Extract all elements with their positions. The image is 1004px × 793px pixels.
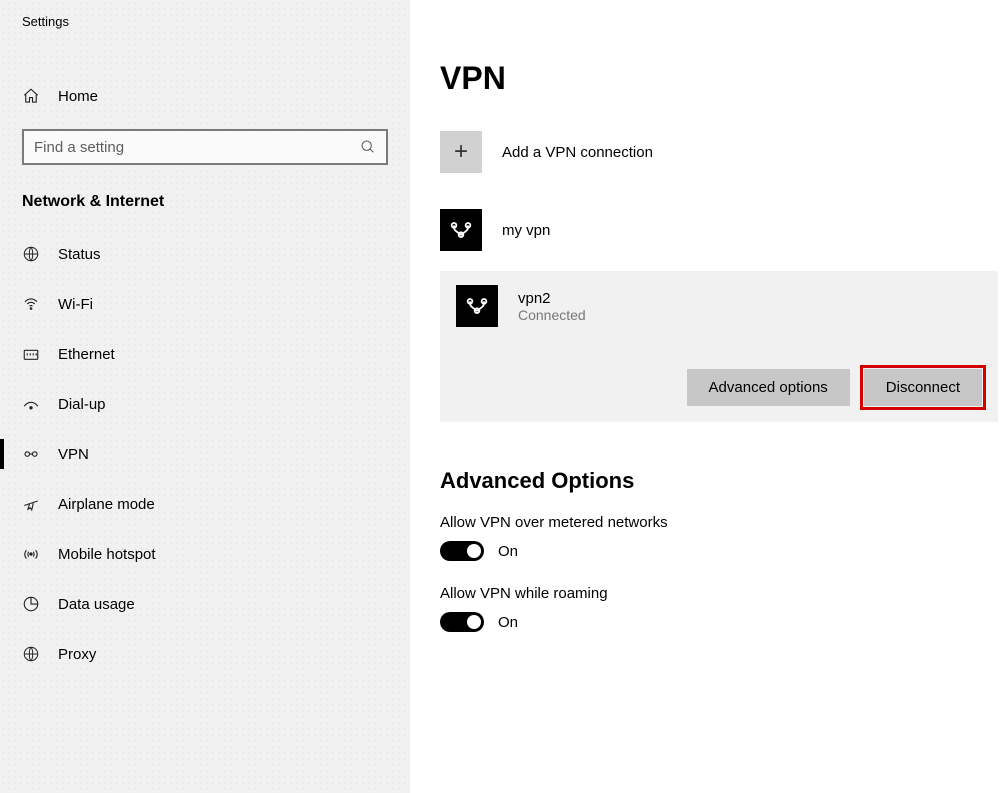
search-input[interactable] [34,139,360,156]
page-title: VPN [440,60,1004,97]
sidebar-item-airplane[interactable]: Airplane mode [0,479,410,529]
sidebar-item-vpn[interactable]: VPN [0,429,410,479]
toggle-roaming-state: On [498,614,518,631]
globe-icon [22,245,48,263]
toggle-roaming[interactable] [440,612,484,632]
sidebar-item-label: Data usage [58,596,135,613]
toggle-metered[interactable] [440,541,484,561]
section-heading: Network & Internet [0,185,410,229]
sidebar-item-wifi[interactable]: Wi-Fi [0,279,410,329]
wifi-icon [22,295,48,313]
advanced-options-button[interactable]: Advanced options [687,369,850,406]
add-vpn-label: Add a VPN connection [502,144,653,161]
toggle-label-metered: Allow VPN over metered networks [440,514,1004,531]
add-vpn-connection[interactable]: + Add a VPN connection [440,125,1004,193]
data-usage-icon [22,595,48,613]
sidebar-item-datausage[interactable]: Data usage [0,579,410,629]
vpn-connection-item[interactable]: my vpn [440,193,1004,267]
sidebar-item-proxy[interactable]: Proxy [0,629,410,679]
main-panel: VPN + Add a VPN connection my vpn vpn2 C… [410,0,1004,793]
airplane-icon [22,495,48,513]
home-nav[interactable]: Home [0,73,410,119]
ethernet-icon [22,345,48,363]
toggle-metered-state: On [498,543,518,560]
sidebar-item-label: Proxy [58,646,96,663]
vpn-connection-name: my vpn [502,222,550,239]
sidebar-item-label: Dial-up [58,396,106,413]
vpn-connection-selected[interactable]: vpn2 Connected Advanced options Disconne… [440,271,998,422]
sidebar-item-dialup[interactable]: Dial-up [0,379,410,429]
vpn-connection-status: Connected [518,307,586,323]
sidebar-item-label: Wi-Fi [58,296,93,313]
plus-icon: + [440,131,482,173]
search-icon [360,139,376,155]
window-title: Settings [0,10,410,39]
dialup-icon [22,395,48,413]
sidebar-item-ethernet[interactable]: Ethernet [0,329,410,379]
vpn-connection-name: vpn2 [518,290,586,307]
sidebar-item-label: Mobile hotspot [58,546,156,563]
sidebar-item-label: Airplane mode [58,496,155,513]
home-label: Home [58,88,98,105]
hotspot-icon [22,545,48,563]
disconnect-button[interactable]: Disconnect [864,369,982,406]
proxy-icon [22,645,48,663]
home-icon [22,87,48,105]
vpn-icon [22,445,48,463]
sidebar-item-label: VPN [58,446,89,463]
advanced-options-heading: Advanced Options [440,468,1004,494]
sidebar-item-label: Status [58,246,101,263]
vpn-connection-icon [456,285,498,327]
toggle-label-roaming: Allow VPN while roaming [440,585,1004,602]
search-box[interactable] [22,129,388,165]
sidebar-item-label: Ethernet [58,346,115,363]
vpn-connection-icon [440,209,482,251]
sidebar: Settings Home Network & Internet Status … [0,0,410,793]
sidebar-item-status[interactable]: Status [0,229,410,279]
sidebar-item-hotspot[interactable]: Mobile hotspot [0,529,410,579]
